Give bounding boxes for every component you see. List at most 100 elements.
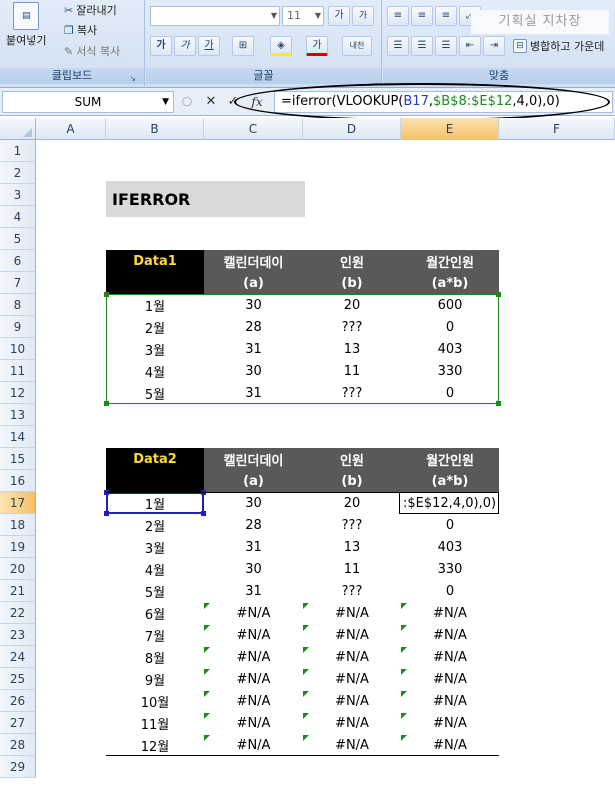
range-handle[interactable] bbox=[496, 401, 501, 406]
data1-cell[interactable]: 3월 bbox=[106, 338, 204, 360]
error-indicator-icon[interactable] bbox=[401, 647, 407, 653]
data2-cell[interactable]: #N/A bbox=[303, 646, 401, 668]
data2-cell[interactable]: 11 bbox=[303, 558, 401, 580]
data2-cell[interactable]: 11월 bbox=[106, 712, 204, 734]
shrink-font-button[interactable]: 가 bbox=[352, 6, 374, 26]
data2-cell[interactable]: 4월 bbox=[106, 558, 204, 580]
data1-cell[interactable]: 2월 bbox=[106, 316, 204, 338]
data2-cell[interactable]: #N/A bbox=[303, 624, 401, 646]
align-center-button[interactable]: ☰ bbox=[411, 36, 433, 56]
font-size-select[interactable]: 11 ▼ bbox=[282, 6, 324, 26]
column-header-d[interactable]: D bbox=[303, 118, 401, 140]
row-header-28[interactable]: 28 bbox=[0, 734, 36, 756]
paste-button[interactable]: ▤ 붙여넣기 bbox=[6, 2, 46, 48]
error-indicator-icon[interactable] bbox=[401, 713, 407, 719]
data1-cell[interactable]: 5월 bbox=[106, 382, 204, 404]
data2-header-1-e[interactable]: 월간인원 bbox=[401, 448, 499, 470]
data2-cell[interactable]: 30 bbox=[204, 558, 303, 580]
error-indicator-icon[interactable] bbox=[401, 603, 407, 609]
fill-color-button[interactable]: ◈ bbox=[270, 36, 292, 56]
align-bottom-button[interactable]: ≡ bbox=[435, 6, 457, 26]
data1-header-1-e[interactable]: 월간인원 bbox=[401, 250, 499, 272]
underline-button[interactable]: 가 bbox=[198, 36, 220, 56]
data2-cell[interactable]: 7월 bbox=[106, 624, 204, 646]
data1-cell[interactable]: 11 bbox=[303, 360, 401, 382]
row-header-15[interactable]: 15 bbox=[0, 448, 36, 470]
error-indicator-icon[interactable] bbox=[401, 691, 407, 697]
data2-cell[interactable]: #N/A bbox=[401, 690, 499, 712]
error-indicator-icon[interactable] bbox=[303, 669, 309, 675]
data2-cell[interactable]: 28 bbox=[204, 514, 303, 536]
row-header-20[interactable]: 20 bbox=[0, 558, 36, 580]
data2-cell[interactable]: 0 bbox=[401, 580, 499, 602]
data1-header-1-c[interactable]: 캘린더데이 bbox=[204, 250, 303, 272]
data1-header-2-c[interactable]: (a) bbox=[204, 272, 303, 294]
row-header-2[interactable]: 2 bbox=[0, 162, 36, 184]
name-box[interactable]: SUM ▼ bbox=[2, 91, 174, 113]
data1-cell[interactable]: 403 bbox=[401, 338, 499, 360]
data2-cell[interactable]: #N/A bbox=[401, 602, 499, 624]
column-header-a[interactable]: A bbox=[36, 118, 106, 140]
data2-cell[interactable]: 12월 bbox=[106, 734, 204, 756]
row-header-9[interactable]: 9 bbox=[0, 316, 36, 338]
error-indicator-icon[interactable] bbox=[303, 691, 309, 697]
data2-cell[interactable]: 10월 bbox=[106, 690, 204, 712]
data2-cell[interactable]: #N/A bbox=[303, 690, 401, 712]
data2-cell[interactable]: #N/A bbox=[303, 734, 401, 756]
data1-cell[interactable]: ??? bbox=[303, 382, 401, 404]
data2-cell[interactable]: 403 bbox=[401, 536, 499, 558]
data1-cell[interactable]: ??? bbox=[303, 316, 401, 338]
expand-handle-icon[interactable]: ◯ bbox=[178, 92, 196, 112]
sheet-title[interactable]: IFERROR bbox=[106, 181, 305, 217]
row-header-12[interactable]: 12 bbox=[0, 382, 36, 404]
select-all-button[interactable] bbox=[0, 118, 36, 140]
enter-button[interactable]: ✓ bbox=[224, 92, 242, 112]
error-indicator-icon[interactable] bbox=[401, 669, 407, 675]
row-header-26[interactable]: 26 bbox=[0, 690, 36, 712]
data1-cell[interactable]: 13 bbox=[303, 338, 401, 360]
data2-cell[interactable]: #N/A bbox=[401, 734, 499, 756]
data1-cell[interactable]: 30 bbox=[204, 360, 303, 382]
data2-cell[interactable]: ??? bbox=[303, 514, 401, 536]
row-header-10[interactable]: 10 bbox=[0, 338, 36, 360]
decrease-indent-button[interactable]: ⇤ bbox=[459, 36, 481, 56]
data1-cell[interactable]: 20 bbox=[303, 294, 401, 316]
data2-cell[interactable]: #N/A bbox=[401, 668, 499, 690]
row-header-16[interactable]: 16 bbox=[0, 470, 36, 492]
insert-function-button[interactable]: fx bbox=[248, 92, 266, 112]
data2-cell[interactable]: 13 bbox=[303, 536, 401, 558]
error-indicator-icon[interactable] bbox=[204, 691, 210, 697]
phonetic-button[interactable]: 내천 bbox=[342, 36, 372, 56]
row-header-18[interactable]: 18 bbox=[0, 514, 36, 536]
row-header-21[interactable]: 21 bbox=[0, 580, 36, 602]
data2-header-2-e[interactable]: (a*b) bbox=[401, 470, 499, 492]
error-indicator-icon[interactable] bbox=[204, 669, 210, 675]
error-indicator-icon[interactable] bbox=[204, 603, 210, 609]
border-button[interactable]: ⊞ bbox=[232, 36, 254, 56]
row-header-8[interactable]: 8 bbox=[0, 294, 36, 316]
data2-cell[interactable]: #N/A bbox=[204, 624, 303, 646]
error-indicator-icon[interactable] bbox=[204, 625, 210, 631]
range-handle[interactable] bbox=[104, 292, 109, 297]
data2-cell[interactable]: #N/A bbox=[303, 602, 401, 624]
data1-cell[interactable]: 28 bbox=[204, 316, 303, 338]
data2-cell[interactable]: 9월 bbox=[106, 668, 204, 690]
copy-button[interactable]: ❐ 복사 bbox=[64, 22, 97, 38]
data2-cell[interactable]: #N/A bbox=[204, 734, 303, 756]
row-header-23[interactable]: 23 bbox=[0, 624, 36, 646]
row-header-27[interactable]: 27 bbox=[0, 712, 36, 734]
data1-cell[interactable]: 0 bbox=[401, 316, 499, 338]
data2-cell[interactable]: 2월 bbox=[106, 514, 204, 536]
row-header-29[interactable]: 29 bbox=[0, 756, 36, 778]
data2-cell[interactable]: #N/A bbox=[204, 602, 303, 624]
data2-cell[interactable]: #N/A bbox=[204, 668, 303, 690]
row-header-3[interactable]: 3 bbox=[0, 184, 36, 206]
align-left-button[interactable]: ☰ bbox=[387, 36, 409, 56]
data2-cell[interactable]: 0 bbox=[401, 514, 499, 536]
row-header-19[interactable]: 19 bbox=[0, 536, 36, 558]
data2-cell[interactable]: 31 bbox=[204, 536, 303, 558]
selection-handle[interactable] bbox=[104, 511, 109, 516]
error-indicator-icon[interactable] bbox=[204, 713, 210, 719]
data2-cell[interactable]: 31 bbox=[204, 580, 303, 602]
data2-cell[interactable]: 6월 bbox=[106, 602, 204, 624]
